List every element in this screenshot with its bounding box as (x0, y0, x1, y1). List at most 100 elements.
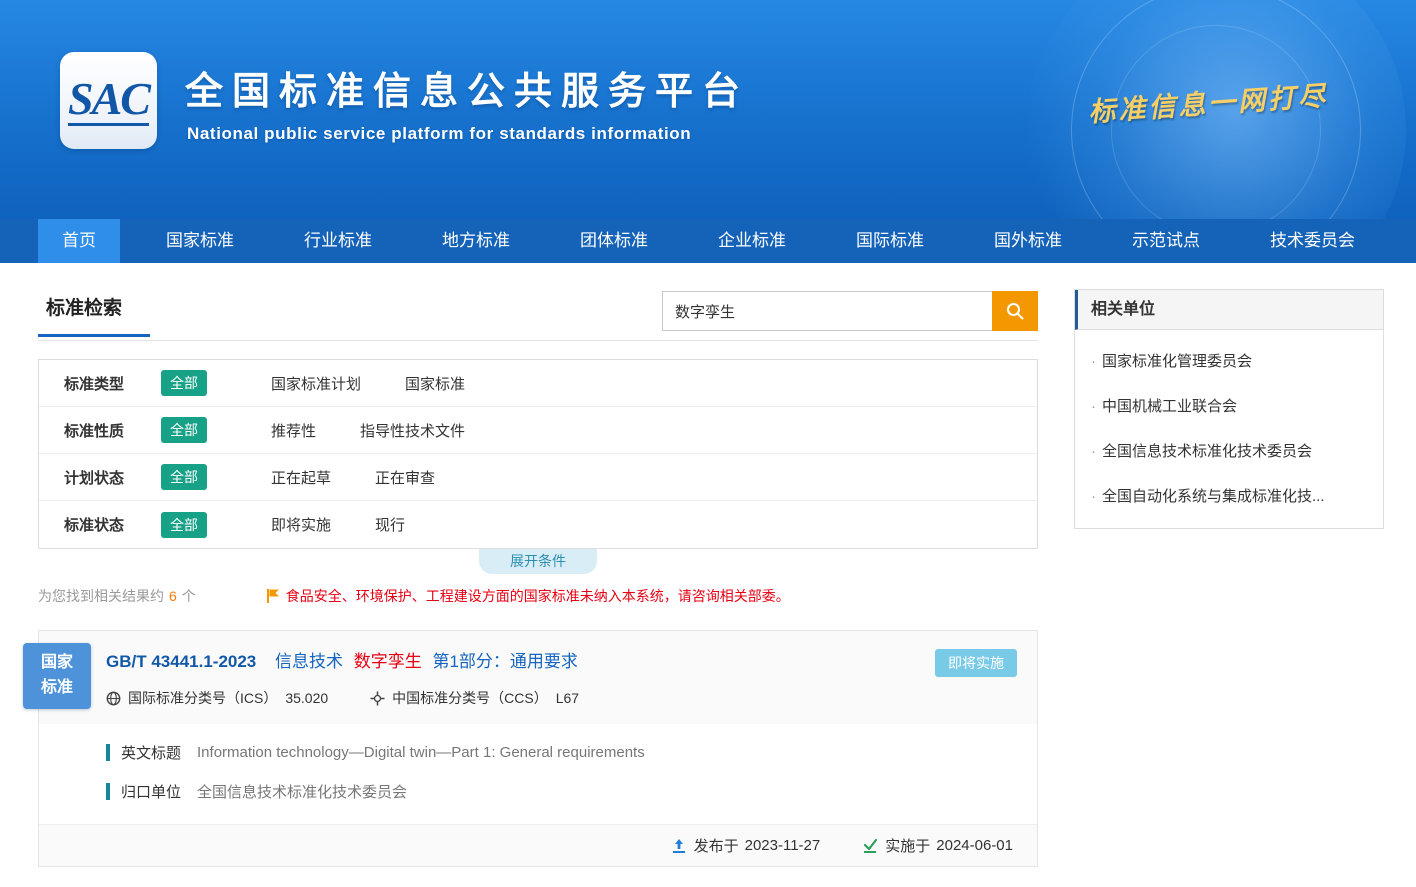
card-footer: 发布于 2023-11-27 实施于 2024-06-01 (39, 824, 1037, 866)
status-badge: 即将实施 (935, 649, 1017, 677)
accent-bar (106, 744, 110, 761)
filter-option[interactable]: 正在起草 (271, 467, 331, 488)
sidebar: 相关单位 国家标准化管理委员会 中国机械工业联合会 全国信息技术标准化技术委员会… (1074, 289, 1384, 529)
results-summary-suffix: 个 (182, 588, 196, 604)
publish-date-item: 发布于 2023-11-27 (671, 835, 821, 856)
search-button[interactable] (992, 291, 1038, 331)
english-title-value: Information technology—Digital twin—Part… (197, 744, 645, 761)
search-input[interactable] (662, 291, 992, 331)
standard-title-part1: 信息技术 (275, 652, 343, 671)
related-org-link[interactable]: 全国自动化系统与集成标准化技... (1075, 473, 1383, 518)
filter-row-plan-status: 计划状态 全部 正在起草 正在审查 (39, 454, 1037, 501)
compass-icon (370, 691, 385, 706)
standard-title-part2: 第1部分：通用要求 (432, 652, 577, 671)
site-title-en: National public service platform for sta… (187, 124, 691, 144)
content-area: 标准检索 标准类型 全部 国家标准计划 国家标准 (0, 263, 1416, 887)
card-detail-section: 英文标题 Information technology—Digital twin… (39, 724, 1037, 824)
related-org-link[interactable]: 国家标准化管理委员会 (1075, 338, 1383, 383)
filter-options: 即将实施 现行 (271, 514, 405, 535)
nav-item-technical-committee[interactable]: 技术委员会 (1246, 219, 1379, 263)
committee-label: 归口单位 (121, 781, 181, 802)
nav-item-local-standards[interactable]: 地方标准 (418, 219, 534, 263)
nav-item-group-standards[interactable]: 团体标准 (556, 219, 672, 263)
results-summary-prefix: 为您找到相关结果约 (38, 588, 164, 604)
nav-item-international-standards[interactable]: 国际标准 (832, 219, 948, 263)
expand-conditions-button[interactable]: 展开条件 (479, 549, 597, 574)
filter-all-button[interactable]: 全部 (161, 370, 207, 396)
nav-item-pilot-program[interactable]: 示范试点 (1108, 219, 1224, 263)
standard-type-badge: 国家 标准 (23, 643, 91, 709)
english-title-label: 英文标题 (121, 742, 181, 763)
filter-label: 标准性质 (64, 420, 161, 441)
search-section-header: 标准检索 (38, 289, 1038, 341)
results-summary: 为您找到相关结果约 6个 (38, 586, 196, 606)
ccs-classification: 中国标准分类号（CCS） L67 (370, 688, 579, 708)
site-header: SAC 全国标准信息公共服务平台 National public service… (0, 0, 1416, 219)
filter-option[interactable]: 国家标准计划 (271, 373, 361, 394)
filter-row-nature: 标准性质 全部 推荐性 指导性技术文件 (39, 407, 1037, 454)
implement-label: 实施于 (885, 835, 930, 856)
filter-row-type: 标准类型 全部 国家标准计划 国家标准 (39, 360, 1037, 407)
search-box (662, 291, 1038, 331)
nav-item-home[interactable]: 首页 (38, 219, 120, 263)
globe-icon (106, 691, 121, 706)
ics-label: 国际标准分类号（ICS） (128, 688, 277, 708)
page-title: 标准检索 (38, 289, 150, 337)
standard-title-link[interactable]: GB/T 43441.1-2023 信息技术 数字孪生 第1部分：通用要求 (106, 647, 1017, 672)
standard-title-highlight: 数字孪生 (354, 652, 422, 671)
exclusion-notice-text: 食品安全、环境保护、工程建设方面的国家标准未纳入本系统，请咨询相关部委。 (286, 586, 790, 606)
nav-item-enterprise-standards[interactable]: 企业标准 (694, 219, 810, 263)
related-org-link[interactable]: 全国信息技术标准化技术委员会 (1075, 428, 1383, 473)
sac-logo[interactable]: SAC (60, 52, 157, 149)
related-orgs-title: 相关单位 (1075, 290, 1383, 330)
result-card: 国家 标准 GB/T 43441.1-2023 信息技术 数字孪生 第1部分：通… (38, 630, 1038, 867)
ics-classification: 国际标准分类号（ICS） 35.020 (106, 688, 328, 708)
main-nav: 首页 国家标准 行业标准 地方标准 团体标准 企业标准 国际标准 国外标准 示范… (0, 219, 1416, 263)
nav-item-foreign-standards[interactable]: 国外标准 (970, 219, 1086, 263)
standard-type-badge-line1: 国家 (41, 651, 73, 676)
nav-item-national-standards[interactable]: 国家标准 (142, 219, 258, 263)
ccs-label: 中国标准分类号（CCS） (392, 688, 548, 708)
filter-option[interactable]: 现行 (375, 514, 405, 535)
nav-item-industry-standards[interactable]: 行业标准 (280, 219, 396, 263)
filter-label: 计划状态 (64, 467, 161, 488)
filter-option[interactable]: 国家标准 (405, 373, 465, 394)
related-org-link[interactable]: 中国机械工业联合会 (1075, 383, 1383, 428)
standard-code: GB/T 43441.1-2023 (106, 652, 256, 671)
filter-option[interactable]: 正在审查 (375, 467, 435, 488)
implement-date-item: 实施于 2024-06-01 (862, 835, 1013, 856)
filter-option[interactable]: 即将实施 (271, 514, 331, 535)
site-title-cn: 全国标准信息公共服务平台 (185, 60, 749, 115)
filter-panel: 标准类型 全部 国家标准计划 国家标准 标准性质 全部 推荐性 指导性技术文件 … (38, 359, 1038, 549)
filter-all-button[interactable]: 全部 (161, 417, 207, 443)
publish-date: 2023-11-27 (745, 837, 821, 854)
implement-check-icon (862, 838, 878, 854)
exclusion-notice: 食品安全、环境保护、工程建设方面的国家标准未纳入本系统，请咨询相关部委。 (266, 586, 790, 606)
search-icon (1005, 301, 1025, 321)
filter-option[interactable]: 指导性技术文件 (360, 420, 465, 441)
main-column: 标准检索 标准类型 全部 国家标准计划 国家标准 (38, 289, 1038, 867)
filter-options: 国家标准计划 国家标准 (271, 373, 465, 394)
committee-value: 全国信息技术标准化技术委员会 (197, 781, 407, 802)
publish-icon (671, 838, 687, 854)
results-count: 6 (169, 588, 177, 604)
accent-bar (106, 783, 110, 800)
filter-options: 推荐性 指导性技术文件 (271, 420, 465, 441)
filter-options: 正在起草 正在审查 (271, 467, 435, 488)
filter-option[interactable]: 推荐性 (271, 420, 316, 441)
card-header-section: GB/T 43441.1-2023 信息技术 数字孪生 第1部分：通用要求 即将… (39, 631, 1037, 724)
related-orgs-list: 国家标准化管理委员会 中国机械工业联合会 全国信息技术标准化技术委员会 全国自动… (1075, 330, 1383, 528)
sac-logo-text: SAC (68, 75, 149, 126)
english-title-row: 英文标题 Information technology—Digital twin… (106, 742, 1017, 763)
committee-row: 归口单位 全国信息技术标准化技术委员会 (106, 781, 1017, 802)
ics-value: 35.020 (285, 690, 328, 706)
filter-row-standard-status: 标准状态 全部 即将实施 现行 (39, 501, 1037, 548)
filter-all-button[interactable]: 全部 (161, 464, 207, 490)
filter-label: 标准状态 (64, 514, 161, 535)
standard-type-badge-line2: 标准 (41, 676, 73, 701)
publish-label: 发布于 (694, 835, 739, 856)
classification-row: 国际标准分类号（ICS） 35.020 中国标准分类号（CCS） L67 (106, 688, 1017, 708)
results-line: 为您找到相关结果约 6个 食品安全、环境保护、工程建设方面的国家标准未纳入本系统，… (38, 586, 1038, 606)
filter-all-button[interactable]: 全部 (161, 512, 207, 538)
implement-date: 2024-06-01 (936, 837, 1013, 854)
